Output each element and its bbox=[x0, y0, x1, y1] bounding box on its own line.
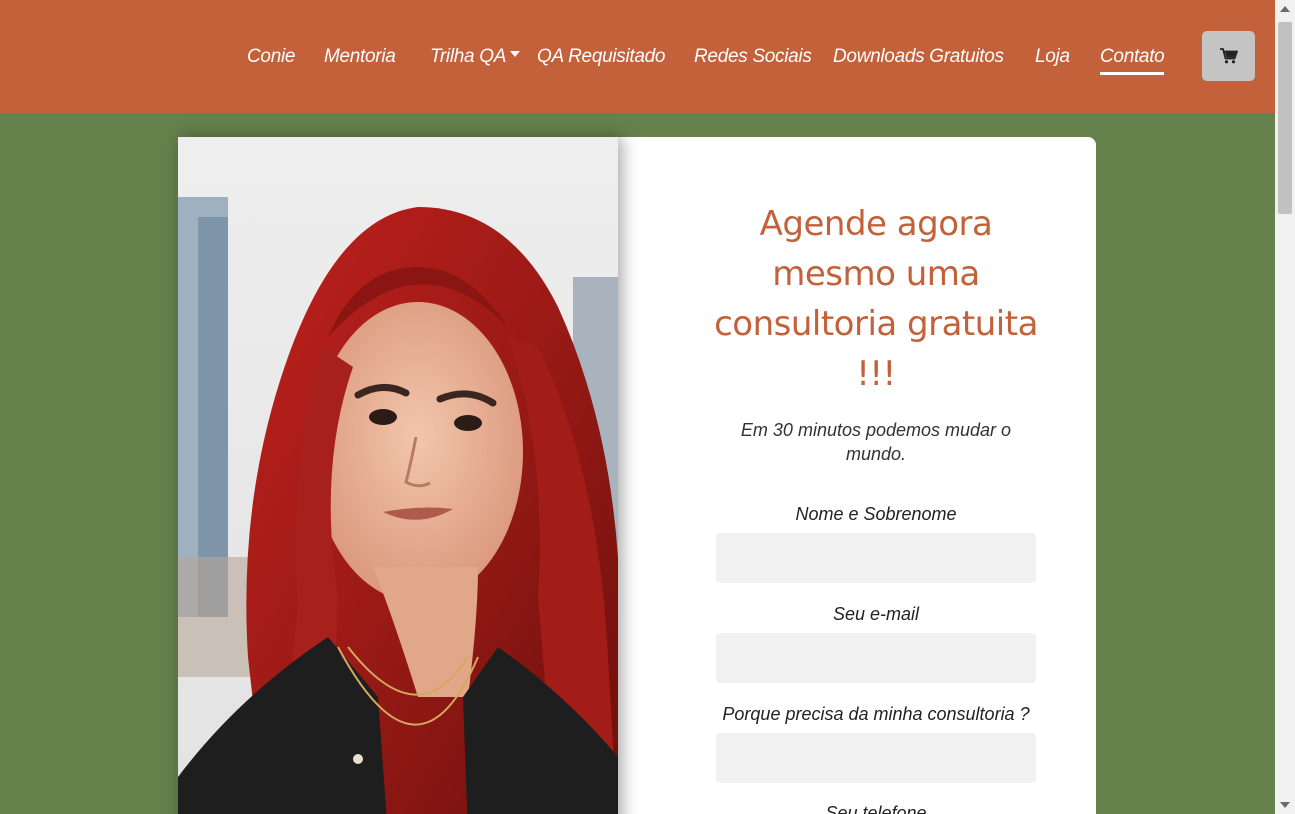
portrait-illustration bbox=[178, 137, 618, 814]
portrait-photo bbox=[178, 137, 618, 814]
scroll-up-arrow-icon[interactable] bbox=[1280, 6, 1290, 12]
cart-button[interactable] bbox=[1202, 31, 1255, 81]
caret-down-icon[interactable] bbox=[510, 50, 521, 57]
cart-icon bbox=[1219, 48, 1238, 64]
nav-item-downloads-gratuitos[interactable]: Downloads Gratuitos bbox=[833, 44, 1004, 70]
reason-field[interactable] bbox=[716, 733, 1036, 783]
name-field[interactable] bbox=[716, 533, 1036, 583]
nav-item-qa-requisitado[interactable]: QA Requisitado bbox=[537, 44, 665, 70]
site-header: Conie Mentoria Trilha QA QA Requisitado … bbox=[0, 0, 1275, 113]
nav-item-redes-sociais[interactable]: Redes Sociais bbox=[694, 44, 812, 70]
phone-field-label: Seu telefone bbox=[825, 803, 927, 814]
scrollbar-thumb[interactable] bbox=[1278, 22, 1292, 214]
nav-item-trilha-qa-label: Trilha QA bbox=[430, 46, 507, 67]
main-nav: Conie Mentoria Trilha QA QA Requisitado … bbox=[0, 0, 1275, 113]
nav-item-contato[interactable]: Contato bbox=[1100, 44, 1165, 75]
form-headline: Agende agora mesmo uma consultoria gratu… bbox=[714, 204, 1038, 394]
scroll-down-arrow-icon[interactable] bbox=[1280, 802, 1290, 808]
email-field-label: Seu e-mail bbox=[832, 604, 920, 624]
nav-item-trilha-qa[interactable]: Trilha QA bbox=[430, 44, 521, 70]
nav-item-conie[interactable]: Conie bbox=[247, 44, 295, 70]
nav-item-loja[interactable]: Loja bbox=[1035, 44, 1070, 70]
form-subhead: Em 30 minutos podemos mudar o mundo. bbox=[740, 420, 1012, 464]
reason-field-label: Porque precisa da minha consultoria ? bbox=[722, 704, 1030, 724]
name-field-label: Nome e Sobrenome bbox=[795, 504, 957, 524]
contact-card: Agende agora mesmo uma consultoria gratu… bbox=[178, 137, 1096, 814]
email-field[interactable] bbox=[716, 633, 1036, 683]
page-scrollbar[interactable] bbox=[1275, 0, 1295, 814]
nav-item-mentoria[interactable]: Mentoria bbox=[324, 44, 396, 70]
